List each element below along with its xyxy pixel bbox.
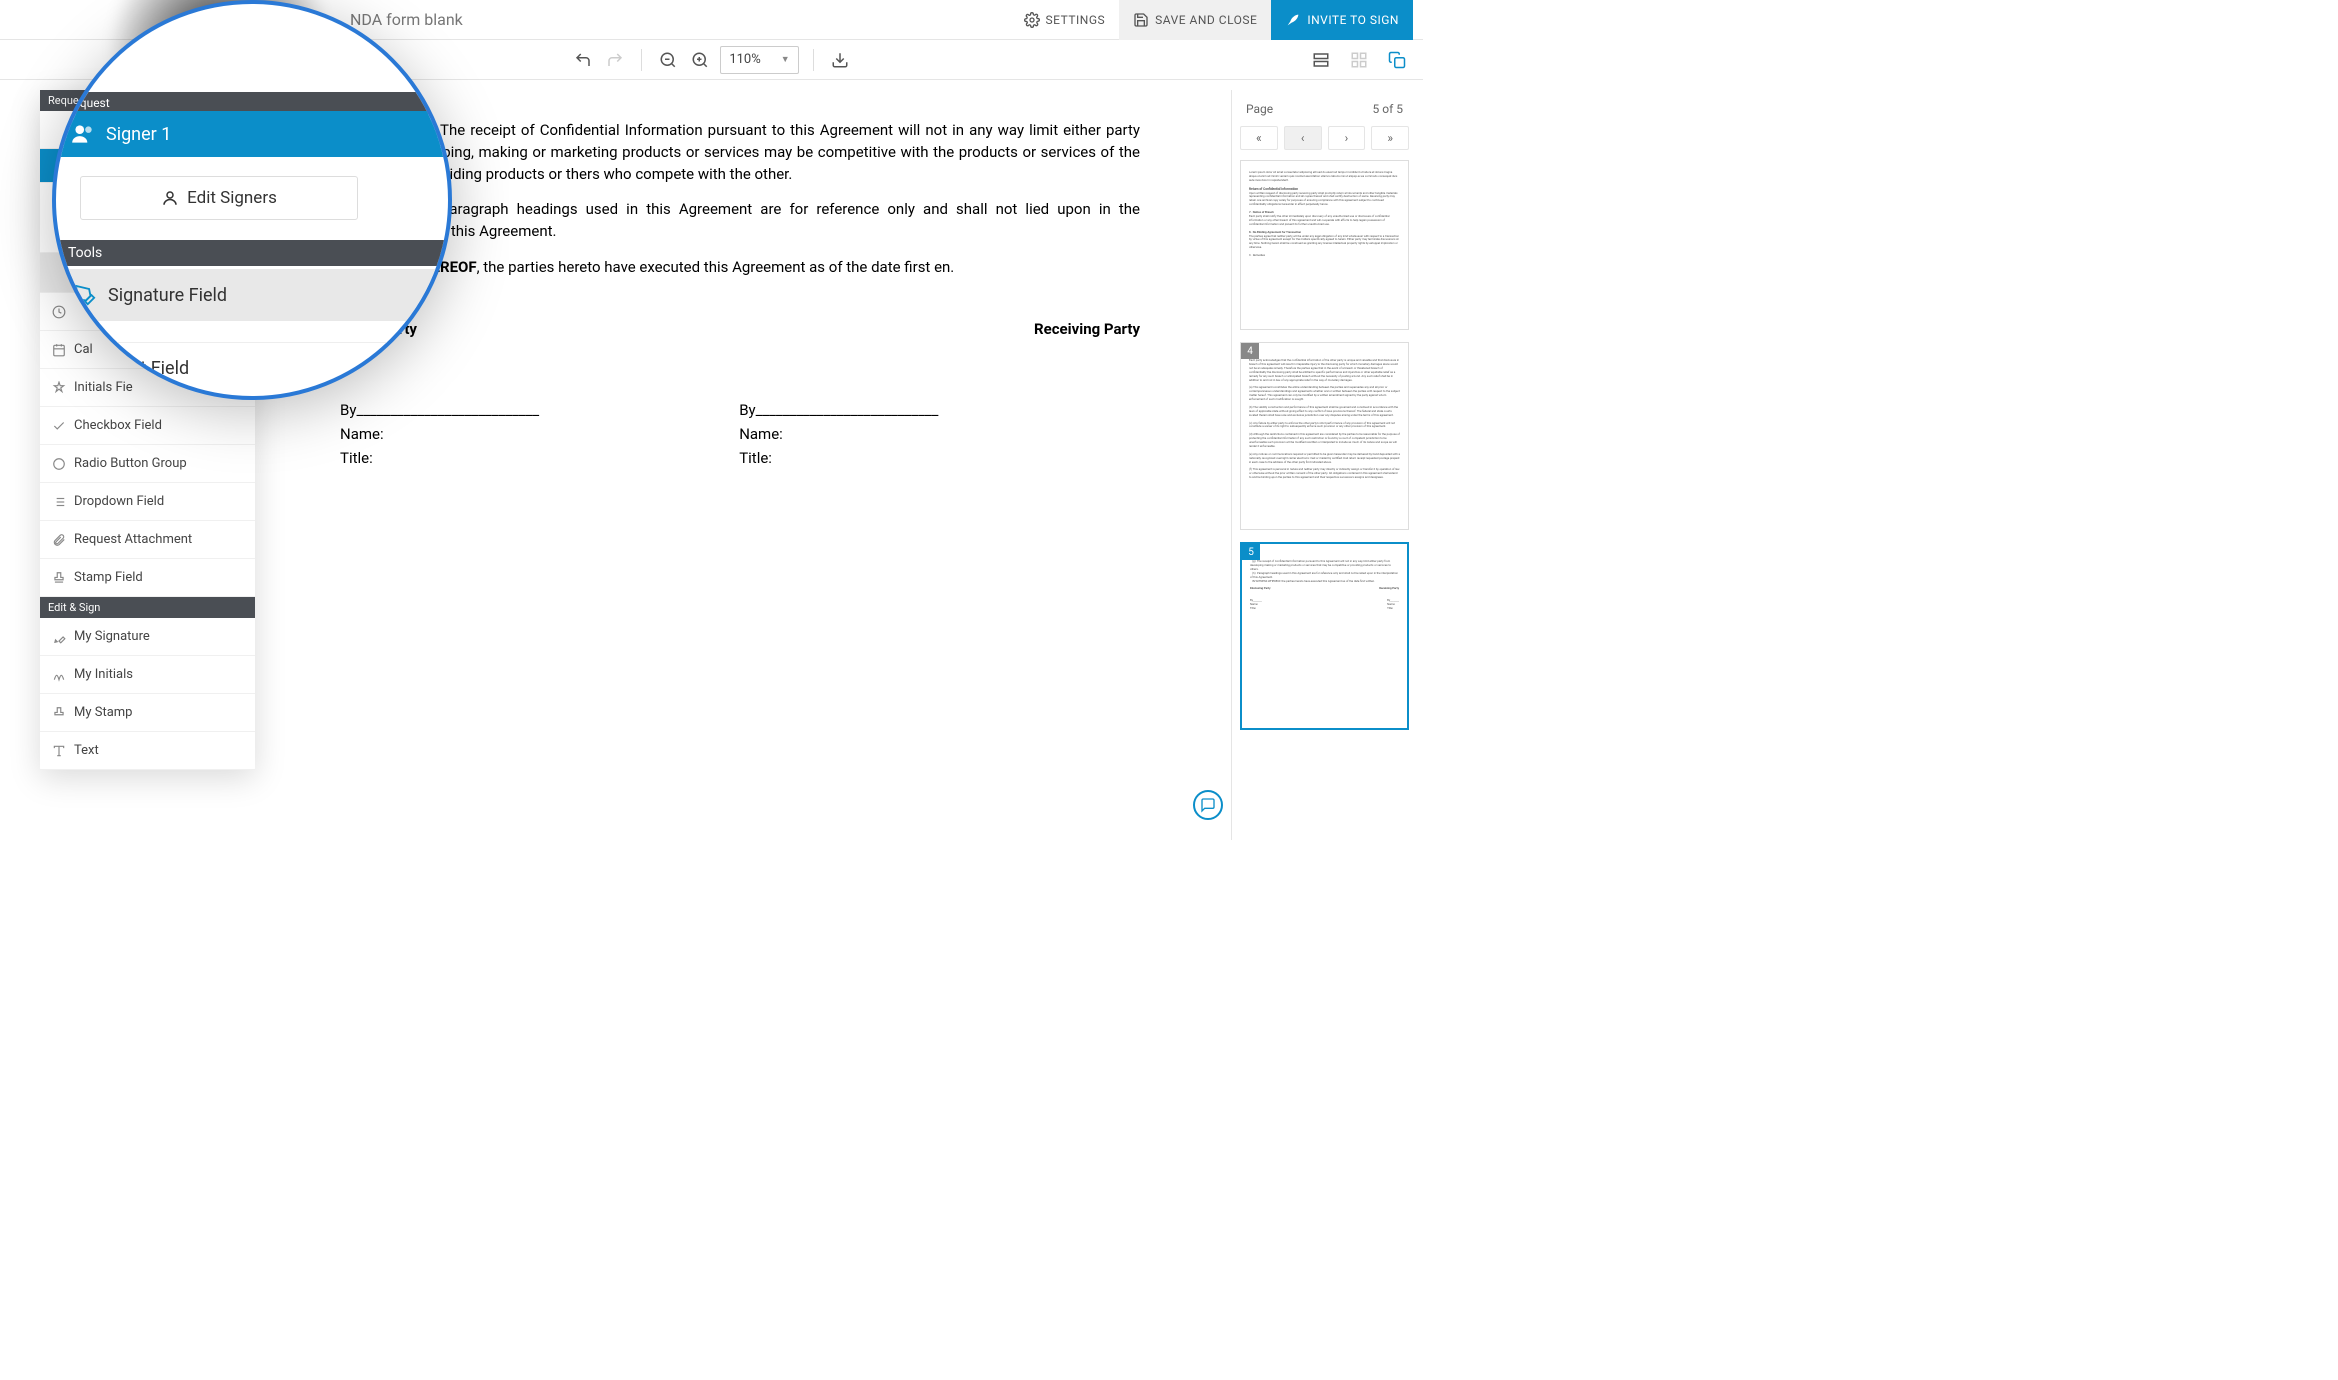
sidebar-item-checkbox-field[interactable]: Checkbox Field <box>40 407 255 445</box>
check-icon <box>52 419 66 433</box>
page-thumbnail-5[interactable]: 5 (g) The receipt of Confidential Inform… <box>1240 542 1409 730</box>
clause-h-text: Paragraph headings used in this Agreemen… <box>340 200 1140 240</box>
chat-icon <box>1200 797 1216 813</box>
page-thumbnail-4[interactable]: 4 Each party acknowledges that the confi… <box>1240 342 1409 530</box>
thumbnail-nav: « ‹ › » <box>1240 126 1409 150</box>
edit-signers-label: Edit Signers <box>187 188 277 208</box>
thumb-4-number: 4 <box>1241 343 1259 359</box>
chevron-down-icon: ▼ <box>781 54 790 65</box>
invite-label: INVITE TO SIGN <box>1307 13 1399 27</box>
sidebar-mysig-label: My Signature <box>74 629 150 644</box>
list-icon <box>52 495 66 509</box>
receiving-party-label: Receiving Party <box>1034 319 1140 341</box>
save-icon <box>1133 12 1149 28</box>
page-first-button[interactable]: « <box>1240 126 1278 150</box>
layout-icon <box>1312 51 1330 69</box>
settings-label: SETTINGS <box>1046 13 1106 27</box>
text-icon <box>52 744 66 758</box>
grid-icon <box>1350 51 1368 69</box>
title-label-2: Title: <box>739 448 938 470</box>
lens-tools-header: Tools <box>56 240 448 266</box>
text-field-tool[interactable]: Text Field <box>56 342 448 394</box>
sidebar-item-text[interactable]: Text <box>40 732 255 770</box>
sidebar-item-my-initials[interactable]: My Initials <box>40 656 255 694</box>
name-label-1: Name: <box>340 424 539 446</box>
page-count: 5 of 5 <box>1373 102 1403 116</box>
settings-button[interactable]: SETTINGS <box>1010 0 1120 40</box>
textfield-label: Text Field <box>112 358 189 379</box>
by-label-1: By <box>340 401 356 419</box>
zoom-value: 110% <box>729 52 760 67</box>
sidebar-item-my-signature[interactable]: My Signature <box>40 618 255 656</box>
save-close-button[interactable]: SAVE AND CLOSE <box>1119 0 1271 40</box>
sidebar-item-radio-group[interactable]: Radio Button Group <box>40 445 255 483</box>
signature-block-disclosing: By___________________________ Name: Titl… <box>340 400 539 471</box>
zoom-dropdown[interactable]: 110% ▼ <box>720 46 798 74</box>
sidebar-attachment-label: Request Attachment <box>74 532 192 547</box>
sidebar-item-dropdown-field[interactable]: Dropdown Field <box>40 483 255 521</box>
page-thumbnail-panel: Page 5 of 5 « ‹ › » Lorem ipsum dolor si… <box>1231 90 1417 840</box>
title-label-1: Title: <box>340 448 539 470</box>
lens-signer-label: Signer 1 <box>106 124 171 145</box>
zoom-out-button[interactable] <box>656 48 680 72</box>
undo-icon <box>574 51 592 69</box>
witness-rest: , the parties hereto have executed this … <box>477 258 955 276</box>
undo-button[interactable] <box>571 48 595 72</box>
thumb-5-number: 5 <box>1242 544 1260 560</box>
users-icon <box>70 121 96 147</box>
zoom-in-button[interactable] <box>688 48 712 72</box>
redo-button[interactable] <box>603 48 627 72</box>
sidebar-checkbox-label: Checkbox Field <box>74 418 162 433</box>
by-label-2: By <box>739 401 755 419</box>
page-prev-button[interactable]: ‹ <box>1284 126 1322 150</box>
clause-g-text: The receipt of Confidential Information … <box>340 121 1140 183</box>
initials2-icon <box>52 668 66 682</box>
page-label: Page <box>1246 102 1273 116</box>
header-actions: SETTINGS SAVE AND CLOSE INVITE TO SIGN <box>1010 0 1413 40</box>
download-button[interactable] <box>828 48 852 72</box>
name-label-2: Name: <box>739 424 938 446</box>
pen-icon <box>74 284 96 306</box>
gear-icon <box>1024 12 1040 28</box>
signature-icon <box>52 630 66 644</box>
copy-icon <box>1388 51 1406 69</box>
chat-help-button[interactable] <box>1193 790 1223 820</box>
sidebar-text-label: Text <box>74 743 99 758</box>
paperclip-icon <box>52 533 66 547</box>
sidebar-stamp-label: Stamp Field <box>74 570 143 585</box>
save-label: SAVE AND CLOSE <box>1155 13 1257 27</box>
user-icon <box>161 189 179 207</box>
edit-signers-button[interactable]: Edit Signers <box>80 176 358 220</box>
download-icon <box>831 51 849 69</box>
redo-icon <box>606 51 624 69</box>
zoom-out-icon <box>659 51 677 69</box>
magnifier-lens: Request Signer 1 Edit Signers Tools Sign… <box>52 0 452 400</box>
grid-view-button[interactable] <box>1347 48 1371 72</box>
sidebar-item-my-stamp[interactable]: My Stamp <box>40 694 255 732</box>
lens-signer-row[interactable]: Signer 1 <box>56 111 448 157</box>
pages-panel-button[interactable] <box>1385 48 1409 72</box>
sigfield-label: Signature Field <box>108 285 227 306</box>
radio-icon <box>52 457 66 471</box>
zoom-in-icon <box>691 51 709 69</box>
sidebar-radio-label: Radio Button Group <box>74 456 187 471</box>
stamp-icon <box>52 571 66 585</box>
sidebar-dropdown-label: Dropdown Field <box>74 494 164 509</box>
stamp2-icon <box>52 706 66 720</box>
page-last-button[interactable]: » <box>1371 126 1409 150</box>
invite-to-sign-button[interactable]: INVITE TO SIGN <box>1271 0 1413 40</box>
sidebar-section-edit: Edit & Sign <box>40 597 255 618</box>
feather-icon <box>1285 12 1301 28</box>
sidebar-item-stamp-field[interactable]: Stamp Field <box>40 559 255 597</box>
view-mode-button[interactable] <box>1309 48 1333 72</box>
sidebar-mystamp-label: My Stamp <box>74 705 132 720</box>
sidebar-item-attachment[interactable]: Request Attachment <box>40 521 255 559</box>
page-next-button[interactable]: › <box>1328 126 1366 150</box>
signature-block-receiving: By___________________________ Name: Titl… <box>739 400 938 471</box>
page-thumbnail-3[interactable]: Lorem ipsum dolor sit amet consectetur a… <box>1240 160 1409 330</box>
sidebar-myinitials-label: My Initials <box>74 667 133 682</box>
signature-field-tool[interactable]: Signature Field <box>56 269 448 321</box>
